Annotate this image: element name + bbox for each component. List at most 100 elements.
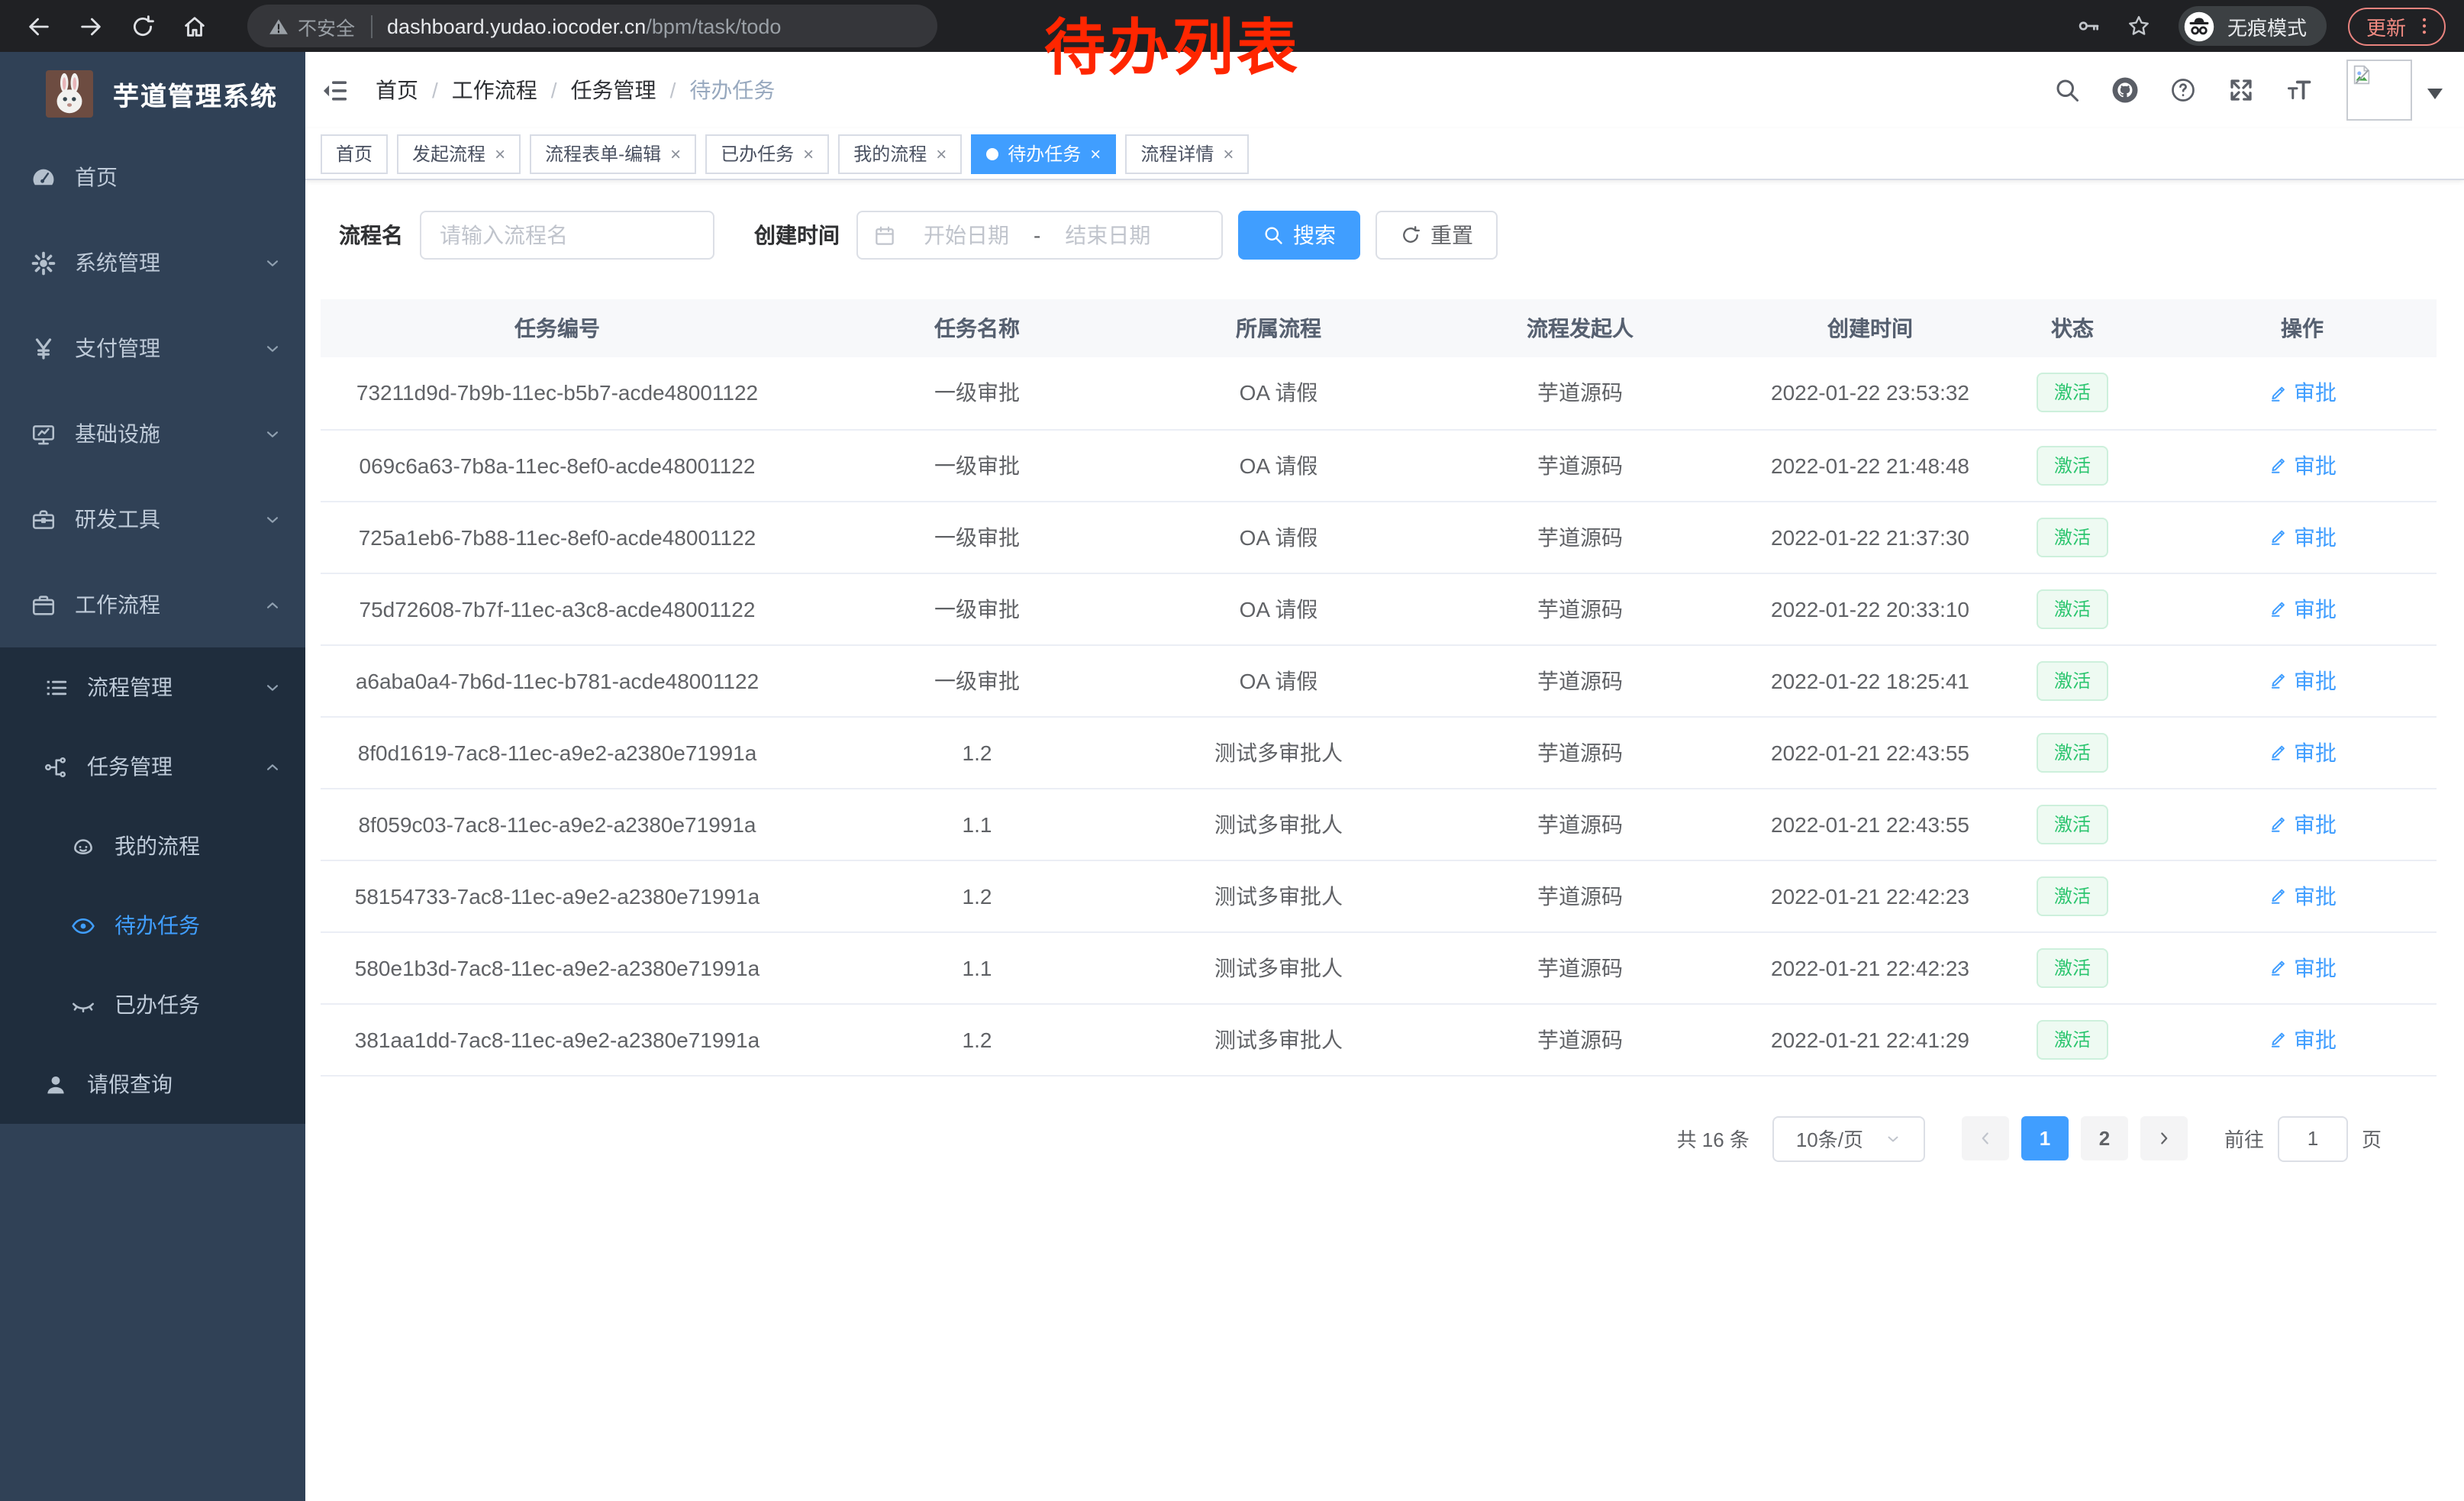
tab-首页[interactable]: 首页 bbox=[321, 134, 388, 173]
search-button[interactable]: 搜索 bbox=[1238, 211, 1360, 260]
browser-home-icon[interactable] bbox=[174, 6, 214, 46]
sidebar-item-infra[interactable]: 基础设施 bbox=[0, 391, 305, 476]
cell-status: 激活 bbox=[1977, 788, 2168, 860]
cell-process: 测试多审批人 bbox=[1160, 716, 1397, 788]
sidebar-item-payment[interactable]: 支付管理 bbox=[0, 305, 305, 391]
tab-待办任务[interactable]: 待办任务× bbox=[971, 134, 1116, 173]
prev-page-button[interactable] bbox=[1962, 1116, 2009, 1160]
sidebar-item-system[interactable]: 系统管理 bbox=[0, 220, 305, 305]
sidebar-item-process-mgmt[interactable]: 流程管理 bbox=[0, 647, 305, 727]
cell-created-time: 2022-01-21 22:42:23 bbox=[1763, 931, 1977, 1003]
page-button-1[interactable]: 1 bbox=[2021, 1116, 2069, 1160]
tab-已办任务[interactable]: 已办任务× bbox=[705, 134, 829, 173]
approve-link[interactable]: 审批 bbox=[2268, 809, 2337, 839]
table-row: 8f059c03-7ac8-11ec-a9e2-a2380e71991a1.1测… bbox=[321, 788, 2437, 860]
tab-发起流程[interactable]: 发起流程× bbox=[397, 134, 521, 173]
sidebar-item-todo-tasks[interactable]: 待办任务 bbox=[0, 886, 305, 965]
approve-link[interactable]: 审批 bbox=[2268, 880, 2337, 911]
create-time-label: 创建时间 bbox=[754, 220, 840, 250]
browser-menu-icon[interactable] bbox=[2414, 15, 2435, 37]
tab-close-icon[interactable]: × bbox=[1090, 143, 1101, 164]
sidebar-item-label: 支付管理 bbox=[75, 333, 160, 363]
approve-link[interactable]: 审批 bbox=[2268, 378, 2337, 408]
pencil-icon bbox=[2268, 670, 2288, 690]
bookmark-star-icon[interactable] bbox=[2127, 14, 2151, 38]
browser-update-button[interactable]: 更新 bbox=[2348, 7, 2446, 45]
sidebar-item-leave-query[interactable]: 请假查询 bbox=[0, 1044, 305, 1124]
github-icon[interactable] bbox=[2111, 76, 2139, 104]
cell-process: 测试多审批人 bbox=[1160, 1003, 1397, 1075]
start-date-placeholder[interactable]: 开始日期 bbox=[911, 220, 1021, 250]
cell-action: 审批 bbox=[2168, 716, 2437, 788]
url-path: /bpm/task/todo bbox=[646, 15, 781, 37]
approve-link[interactable]: 审批 bbox=[2268, 521, 2337, 552]
sidebar-item-devtools[interactable]: 研发工具 bbox=[0, 476, 305, 562]
browser-back-icon[interactable] bbox=[18, 6, 58, 46]
tab-我的流程[interactable]: 我的流程× bbox=[838, 134, 962, 173]
sidebar-item-task-mgmt[interactable]: 任务管理 bbox=[0, 727, 305, 806]
cell-process: 测试多审批人 bbox=[1160, 931, 1397, 1003]
sidebar-item-label: 待办任务 bbox=[114, 910, 200, 941]
tab-close-icon[interactable]: × bbox=[1223, 143, 1234, 164]
date-range-picker[interactable]: 开始日期 - 结束日期 bbox=[856, 211, 1223, 260]
sidebar-item-label: 任务管理 bbox=[87, 751, 173, 782]
cell-initiator: 芋道源码 bbox=[1397, 644, 1763, 716]
sidebar-collapse-icon[interactable] bbox=[321, 76, 350, 105]
tab-close-icon[interactable]: × bbox=[803, 143, 814, 164]
fullscreen-icon[interactable] bbox=[2227, 76, 2255, 104]
range-separator: - bbox=[1034, 223, 1040, 247]
page-buttons: 1 2 bbox=[1962, 1116, 2188, 1160]
password-key-icon[interactable] bbox=[2076, 14, 2101, 38]
approve-link[interactable]: 审批 bbox=[2268, 450, 2337, 480]
page-button-2[interactable]: 2 bbox=[2081, 1116, 2128, 1160]
tab-流程表单-编辑[interactable]: 流程表单-编辑× bbox=[530, 134, 696, 173]
sidebar-item-done-tasks[interactable]: 已办任务 bbox=[0, 965, 305, 1044]
end-date-placeholder[interactable]: 结束日期 bbox=[1053, 220, 1163, 250]
approve-link[interactable]: 审批 bbox=[2268, 1024, 2337, 1054]
eyeclosed-icon bbox=[70, 992, 96, 1018]
sidebar-item-label: 首页 bbox=[75, 162, 118, 192]
reset-button[interactable]: 重置 bbox=[1376, 211, 1498, 260]
sidebar-menu: 首页系统管理支付管理基础设施研发工具工作流程流程管理任务管理我的流程待办任务已办… bbox=[0, 134, 305, 1124]
approve-link[interactable]: 审批 bbox=[2268, 737, 2337, 767]
avatar-caret-icon[interactable] bbox=[2427, 89, 2443, 107]
browser-forward-icon[interactable] bbox=[70, 6, 110, 46]
address-bar[interactable]: 不安全 dashboard.yudao.iocoder.cn/bpm/task/… bbox=[247, 5, 937, 47]
browser-reload-icon[interactable] bbox=[122, 6, 162, 46]
tab-close-icon[interactable]: × bbox=[495, 143, 505, 164]
goto-page-input[interactable] bbox=[2278, 1115, 2348, 1161]
avatar[interactable] bbox=[2346, 60, 2412, 121]
sidebar-item-workflow[interactable]: 工作流程 bbox=[0, 562, 305, 647]
sidebar-item-my-process[interactable]: 我的流程 bbox=[0, 806, 305, 886]
cell-task-name: 1.2 bbox=[794, 716, 1160, 788]
search-button-label: 搜索 bbox=[1293, 220, 1336, 250]
tab-close-icon[interactable]: × bbox=[936, 143, 947, 164]
search-icon[interactable] bbox=[2053, 76, 2081, 104]
cell-initiator: 芋道源码 bbox=[1397, 788, 1763, 860]
breadcrumb-item[interactable]: 任务管理 bbox=[571, 75, 656, 105]
help-icon[interactable] bbox=[2169, 76, 2197, 104]
approve-link[interactable]: 审批 bbox=[2268, 665, 2337, 696]
goto-suffix: 页 bbox=[2362, 1124, 2382, 1153]
cell-task-name: 一级审批 bbox=[794, 429, 1160, 501]
breadcrumb-item[interactable]: 首页 bbox=[376, 75, 418, 105]
cell-status: 激活 bbox=[1977, 357, 2168, 429]
approve-link-label: 审批 bbox=[2294, 521, 2337, 552]
cell-action: 审批 bbox=[2168, 1003, 2437, 1075]
approve-link[interactable]: 审批 bbox=[2268, 593, 2337, 624]
cell-task-id: 069c6a63-7b8a-11ec-8ef0-acde48001122 bbox=[321, 429, 794, 501]
tab-label: 首页 bbox=[336, 140, 373, 166]
tab-流程详情[interactable]: 流程详情× bbox=[1125, 134, 1249, 173]
process-name-input[interactable] bbox=[420, 211, 714, 260]
security-chip[interactable]: 不安全 bbox=[269, 11, 355, 40]
font-size-icon[interactable] bbox=[2285, 76, 2313, 104]
tab-close-icon[interactable]: × bbox=[670, 143, 681, 164]
next-page-button[interactable] bbox=[2140, 1116, 2188, 1160]
omnibox-divider bbox=[370, 15, 372, 37]
sidebar-item-home[interactable]: 首页 bbox=[0, 134, 305, 220]
sidebar-item-label: 流程管理 bbox=[87, 672, 173, 702]
breadcrumb-item[interactable]: 工作流程 bbox=[452, 75, 537, 105]
approve-link[interactable]: 审批 bbox=[2268, 952, 2337, 983]
table-header-cell: 操作 bbox=[2168, 299, 2437, 357]
page-size-select[interactable]: 10条/页 bbox=[1772, 1115, 1925, 1161]
